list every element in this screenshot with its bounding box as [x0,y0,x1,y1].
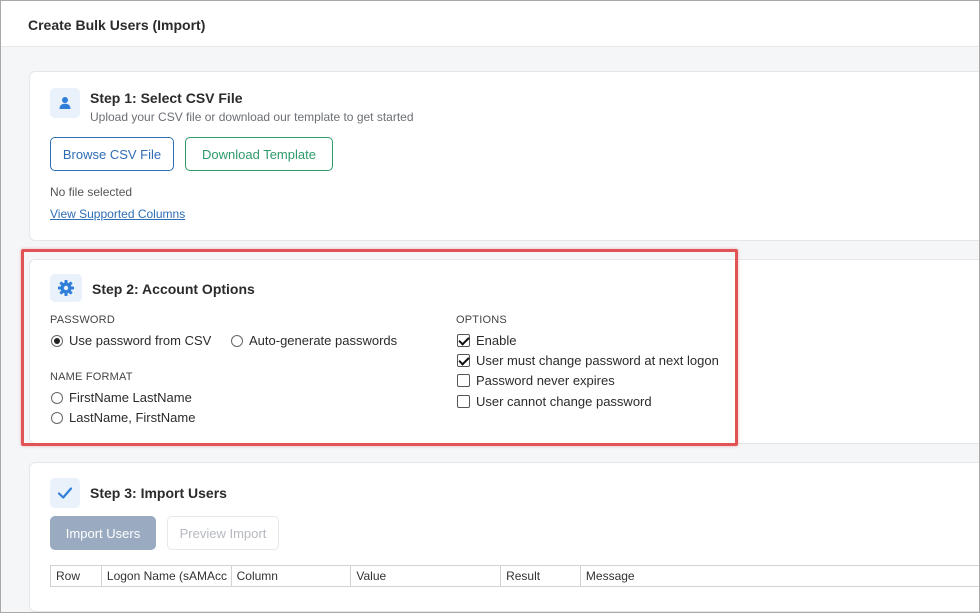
option-password-never-expires[interactable]: Password never expires [457,373,615,388]
radio-button[interactable] [51,391,63,404]
option-enable[interactable]: Enable [457,333,516,348]
checkbox[interactable] [457,374,470,387]
password-section-label: PASSWORD [50,314,115,326]
step1-subtitle: Upload your CSV file or download our tem… [90,110,414,124]
file-status-text: No file selected [50,185,133,199]
name-format-section-label: NAME FORMAT [50,371,133,383]
name-format-last-first[interactable]: LastName, FirstName [51,410,195,425]
import-users-button[interactable]: Import Users [50,516,156,550]
option-label: Auto-generate passwords [249,333,398,348]
column-header-result[interactable]: Result [501,566,581,586]
password-option-auto[interactable]: Auto-generate passwords [231,333,397,348]
column-header-message[interactable]: Message [581,566,979,586]
step1-title: Step 1: Select CSV File [90,90,243,106]
checkbox[interactable] [457,334,470,347]
preview-import-button[interactable]: Preview Import [167,516,279,550]
app-window: Create Bulk Users (Import) Step 1: Selec… [0,0,980,613]
browse-csv-button[interactable]: Browse CSV File [50,137,174,171]
column-header-row[interactable]: Row [51,566,102,586]
option-cannot-change-password[interactable]: User cannot change password [457,394,652,409]
checkbox[interactable] [457,354,470,367]
step1-card: Step 1: Select CSV File Upload your CSV … [29,71,979,241]
download-template-button[interactable]: Download Template [185,137,333,171]
step3-card: Step 3: Import Users Import Users Previe… [29,462,979,612]
radio-button[interactable] [51,334,63,347]
user-icon [50,88,80,118]
option-label: FirstName LastName [69,390,192,405]
option-label: User cannot change password [476,394,652,409]
options-section-label: OPTIONS [456,314,507,326]
results-table-header: Row Logon Name (sAMAcc Column Value Resu… [50,565,979,587]
option-label: User must change password at next logon [476,353,719,368]
column-header-column[interactable]: Column [232,566,352,586]
column-header-logon-name[interactable]: Logon Name (sAMAcc [102,566,232,586]
window-title: Create Bulk Users (Import) [28,17,206,33]
view-supported-columns-link[interactable]: View Supported Columns [50,207,185,221]
gear-icon [50,274,82,302]
option-label: LastName, FirstName [69,410,196,425]
name-format-first-last[interactable]: FirstName LastName [51,390,192,405]
option-must-change-password[interactable]: User must change password at next logon [457,353,719,368]
option-label: Password never expires [476,373,615,388]
radio-button[interactable] [51,411,63,424]
step3-title: Step 3: Import Users [90,485,227,501]
option-label: Use password from CSV [69,333,212,348]
option-label: Enable [476,333,517,348]
checkbox[interactable] [457,395,470,408]
password-option-csv[interactable]: Use password from CSV [51,333,211,348]
step2-title: Step 2: Account Options [92,281,255,297]
column-header-value[interactable]: Value [351,566,502,586]
step2-card: Step 2: Account Options PASSWORD Use pas… [29,259,979,444]
checkmark-icon [50,478,80,508]
title-bar: Create Bulk Users (Import) [1,1,979,47]
radio-button[interactable] [231,334,243,347]
